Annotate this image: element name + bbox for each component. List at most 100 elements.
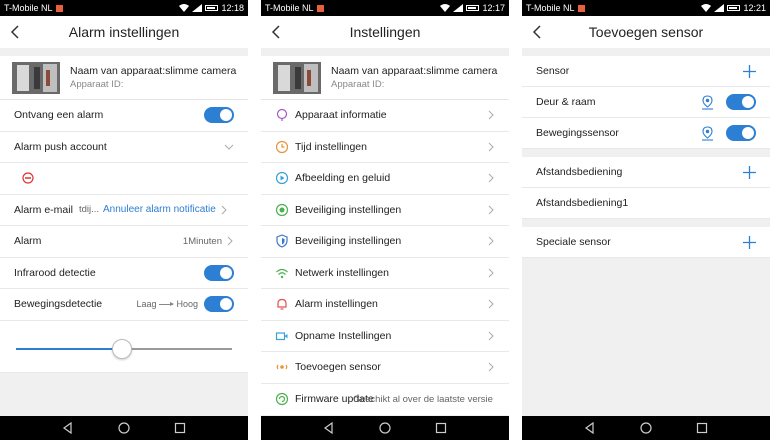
wifi-signal-icon	[701, 4, 712, 12]
status-bar: T-Mobile NL 12:18	[0, 0, 248, 16]
chevron-down-icon[interactable]	[224, 143, 234, 151]
sensitivity-slider-row	[0, 320, 248, 373]
receive-alarm-toggle[interactable]	[204, 107, 234, 124]
battery-icon	[205, 5, 219, 11]
page-title: Alarm instellingen	[68, 24, 180, 40]
sensor-toggle[interactable]	[726, 125, 756, 141]
remote-row[interactable]: Afstandsbediening1	[522, 188, 770, 219]
android-nav-bar	[0, 416, 248, 440]
location-pin-icon[interactable]	[701, 94, 714, 110]
wifi-icon	[276, 268, 288, 278]
header: Toevoegen sensor	[522, 16, 770, 48]
chevron-right-icon	[488, 110, 494, 120]
back-arrow-icon[interactable]	[8, 24, 24, 40]
android-nav-bar	[261, 416, 509, 440]
settings-menu-item[interactable]: Beveiliging instellingen	[261, 194, 509, 226]
add-remote-plus-icon[interactable]	[743, 165, 756, 179]
clock-time: 12:18	[221, 3, 244, 13]
infrared-detection-row: Infrarood detectie	[0, 257, 248, 289]
back-arrow-icon[interactable]	[530, 24, 546, 40]
device-card: Naam van apparaat:slimme camera Apparaat…	[261, 56, 509, 100]
sensor-row[interactable]: Deur & raam	[522, 87, 770, 118]
nav-home-icon[interactable]	[118, 422, 130, 434]
device-id: Apparaat ID:	[70, 78, 124, 90]
status-bar: T-Mobile NL 12:17	[261, 0, 509, 16]
battery-icon	[466, 5, 480, 11]
status-bar: T-Mobile NL 12:21	[522, 0, 770, 16]
nav-recents-icon[interactable]	[174, 422, 186, 434]
settings-menu-item-label: Toevoegen sensor	[295, 361, 381, 374]
settings-menu-item-label: Netwerk instellingen	[295, 266, 389, 279]
add-sensor-screen: T-Mobile NL 12:21 Toevoegen sensor Senso…	[522, 0, 770, 440]
notification-icon	[316, 4, 324, 12]
cell-signal-icon	[714, 4, 725, 12]
carrier-label: T-Mobile NL	[4, 3, 53, 13]
settings-menu-item[interactable]: Toevoegen sensor	[261, 352, 509, 384]
clock-time: 12:17	[482, 3, 505, 13]
firmware-update-row[interactable]: Firmware update Geschikt al over de laat…	[261, 383, 509, 415]
device-card: Naam van apparaat:slimme camera Apparaat…	[0, 56, 248, 100]
camera-thumbnail	[12, 61, 60, 94]
special-sensor-header: Speciale sensor	[536, 236, 611, 248]
chevron-right-icon	[488, 236, 494, 246]
carrier-label: T-Mobile NL	[265, 3, 314, 13]
settings-menu-item[interactable]: Opname Instellingen	[261, 320, 509, 352]
settings-menu-item[interactable]: Beveiliging instellingen	[261, 226, 509, 258]
alarm-interval-row[interactable]: Alarm 1Minuten	[0, 226, 248, 258]
sensor-toggle[interactable]	[726, 94, 756, 110]
cancel-alarm-notification-link[interactable]: Annuleer alarm notificatie	[103, 204, 216, 215]
settings-menu-item[interactable]: Alarm instellingen	[261, 289, 509, 321]
chevron-right-icon	[488, 205, 494, 215]
settings-menu-item[interactable]: Tijd instellingen	[261, 131, 509, 163]
back-arrow-icon[interactable]	[269, 24, 285, 40]
remote-header: Afstandsbediening	[536, 166, 623, 178]
add-special-sensor-plus-icon[interactable]	[743, 235, 756, 249]
alarm-email-label: Alarm e-mail	[14, 203, 73, 216]
infrared-detection-label: Infrarood detectie	[14, 266, 96, 279]
settings-menu-item-label: Beveiliging instellingen	[295, 203, 402, 216]
sensor-icon	[276, 364, 288, 370]
page-title: Toevoegen sensor	[588, 24, 704, 40]
cell-signal-icon	[192, 4, 203, 12]
sensitivity-slider-fill	[16, 347, 122, 350]
location-pin-icon[interactable]	[701, 125, 714, 141]
info-icon	[276, 109, 288, 122]
alarm-email-row[interactable]: Alarm e-mail tdij... Annuleer alarm noti…	[0, 194, 248, 226]
push-account-row[interactable]: Alarm push account	[0, 131, 248, 163]
push-account-entry-row	[0, 163, 248, 195]
motion-detection-toggle[interactable]	[204, 296, 234, 313]
nav-home-icon[interactable]	[379, 422, 391, 434]
nav-recents-icon[interactable]	[696, 422, 708, 434]
nav-recents-icon[interactable]	[435, 422, 447, 434]
settings-menu-item-label: Alarm instellingen	[295, 298, 378, 311]
device-name: Naam van apparaat:slimme camera	[70, 64, 237, 77]
nav-back-icon[interactable]	[62, 422, 74, 434]
settings-screen: T-Mobile NL 12:17 Instellingen Naam van …	[261, 0, 509, 440]
sensor-row[interactable]: Bewegingssensor	[522, 118, 770, 149]
sensitivity-slider-handle[interactable]	[111, 338, 132, 359]
shield-icon	[276, 234, 288, 248]
sensitivity-high-label: Hoog	[176, 299, 198, 310]
settings-menu-item[interactable]: Afbeelding en geluid	[261, 163, 509, 195]
nav-back-icon[interactable]	[323, 422, 335, 434]
carrier-label: T-Mobile NL	[526, 3, 575, 13]
alarm-settings-screen: T-Mobile NL 12:18 Alarm instellingen Naa…	[0, 0, 248, 440]
settings-menu-item[interactable]: Netwerk instellingen	[261, 257, 509, 289]
wifi-signal-icon	[440, 4, 451, 12]
sensor-name: Bewegingssensor	[536, 127, 619, 139]
nav-home-icon[interactable]	[640, 422, 652, 434]
settings-menu-item[interactable]: Apparaat informatie	[261, 100, 509, 132]
infrared-detection-toggle[interactable]	[204, 264, 234, 281]
alarm-interval-value: 1Minuten	[182, 235, 222, 247]
chevron-right-icon	[488, 142, 494, 152]
chevron-right-icon	[227, 236, 233, 246]
settings-menu-item-label: Opname Instellingen	[295, 329, 392, 342]
device-id: Apparaat ID:	[331, 78, 385, 90]
chevron-right-icon	[488, 299, 494, 309]
nav-back-icon[interactable]	[584, 422, 596, 434]
sensor-name: Deur & raam	[536, 96, 596, 108]
special-sensor-header-row: Speciale sensor	[522, 227, 770, 258]
header: Alarm instellingen	[0, 16, 248, 48]
add-sensor-plus-icon[interactable]	[743, 64, 756, 78]
remove-icon[interactable]	[22, 172, 34, 184]
